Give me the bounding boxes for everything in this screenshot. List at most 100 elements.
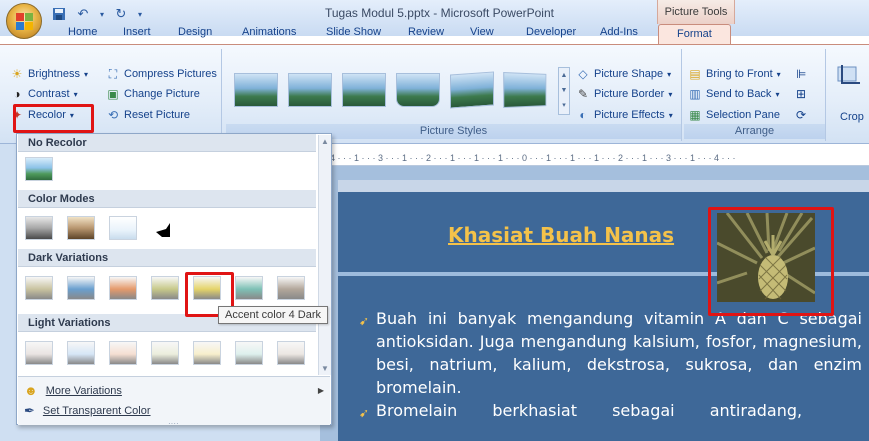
chevron-down-icon: ▾ [668, 89, 673, 99]
tab-add-ins[interactable]: Add-Ins [600, 26, 638, 38]
picture-shape-label: Picture Shape [594, 68, 664, 80]
undo-dropdown-icon[interactable]: ▾ [98, 5, 106, 23]
change-picture-icon: ▣ [107, 87, 119, 101]
picture-style-thumb[interactable] [234, 73, 278, 107]
pencil-icon: ✎ [577, 87, 589, 101]
tab-review[interactable]: Review [408, 26, 444, 38]
save-icon[interactable] [50, 5, 68, 23]
horizontal-ruler: 4 · · · 1 · · · 3 · · · 1 · · · 2 · · · … [330, 150, 869, 166]
quick-access-toolbar: ↶ ▾ ↻ ▾ [50, 4, 144, 24]
picture-effects-button[interactable]: ◐ Picture Effects ▾ [576, 108, 673, 122]
contrast-button[interactable]: ◑ Contrast ▾ [10, 87, 78, 101]
chevron-down-icon: ▾ [775, 89, 780, 99]
picture-style-thumb[interactable] [342, 73, 386, 107]
picture-border-button[interactable]: ✎ Picture Border ▾ [576, 87, 672, 101]
shape-icon: ◇ [578, 67, 588, 81]
resize-grip[interactable]: ···· [168, 419, 179, 428]
brightness-label: Brightness [28, 68, 80, 80]
light-variation-swatch[interactable] [109, 341, 137, 365]
arrange-group: ▤ Bring to Front ▾ ▥ Send to Back ▾ ▦ Se… [684, 49, 826, 141]
set-transparent-label: Set Transparent Color [42, 405, 151, 417]
styles-gallery-scroll[interactable]: ▲ ▼ ▾ [558, 67, 570, 115]
more-variations-item[interactable]: ☻ More Variations ▶ [24, 383, 324, 398]
picture-style-thumb[interactable] [288, 73, 332, 107]
chevron-right-icon: ▶ [317, 386, 324, 395]
chevron-down-icon: ▾ [668, 110, 673, 120]
dark-variation-swatch[interactable] [151, 276, 179, 300]
tab-format[interactable]: Format [658, 24, 731, 45]
bring-front-icon: ▤ [689, 67, 701, 81]
window-title: Tugas Modul 5.pptx - Microsoft PowerPoin… [325, 6, 554, 20]
chevron-down-icon: ▾ [73, 89, 78, 99]
send-back-icon: ▥ [689, 87, 701, 101]
no-recolor-swatch[interactable] [25, 157, 53, 181]
reset-picture-label: Reset Picture [124, 109, 191, 121]
picture-tools-context: Picture Tools [657, 0, 735, 24]
scroll-down-icon[interactable]: ▼ [321, 364, 329, 373]
change-picture-button[interactable]: ▣ Change Picture [106, 87, 200, 101]
undo-icon[interactable]: ↶ [74, 5, 92, 23]
size-group: Crop [830, 49, 869, 141]
selection-pane-icon: ▦ [689, 108, 701, 122]
black-white-swatch[interactable] [151, 216, 179, 240]
slide-body[interactable]: ➹ Buah ini banyak mengandung vitamin A d… [359, 307, 862, 422]
light-variation-swatch[interactable] [193, 341, 221, 365]
ribbon-tabs: Home Insert Design Animations Slide Show… [0, 24, 869, 45]
sepia-swatch[interactable] [67, 216, 95, 240]
light-variation-swatch[interactable] [67, 341, 95, 365]
dark-variation-swatch[interactable] [25, 276, 53, 300]
redo-icon[interactable]: ↻ [112, 5, 130, 23]
picture-style-thumb[interactable] [450, 71, 494, 109]
bring-to-front-button[interactable]: ▤ Bring to Front ▾ [688, 67, 781, 81]
light-variation-swatch[interactable] [151, 341, 179, 365]
change-picture-label: Change Picture [124, 88, 200, 100]
washout-swatch[interactable] [109, 216, 137, 240]
align-button[interactable]: ⊫ [796, 67, 806, 81]
dark-variation-swatch[interactable] [235, 276, 263, 300]
tab-design[interactable]: Design [178, 26, 212, 38]
group-button[interactable]: ⊞ [796, 87, 806, 101]
slide-title[interactable]: Khasiat Buah Nanas [448, 223, 674, 247]
chevron-down-icon: ▾ [83, 69, 88, 79]
picture-shape-button[interactable]: ◇ Picture Shape ▾ [576, 67, 671, 81]
reset-picture-button[interactable]: ⟲ Reset Picture [106, 108, 190, 122]
dark-variation-swatch[interactable] [109, 276, 137, 300]
picture-style-thumb[interactable] [396, 73, 440, 107]
tab-slide-show[interactable]: Slide Show [326, 26, 381, 38]
dark-variation-swatch[interactable] [277, 276, 305, 300]
compress-pictures-button[interactable]: ⛶ Compress Pictures [106, 67, 217, 81]
grayscale-swatch[interactable] [25, 216, 53, 240]
tab-animations[interactable]: Animations [242, 26, 296, 38]
office-button[interactable] [6, 3, 42, 39]
send-to-back-button[interactable]: ▥ Send to Back ▾ [688, 87, 779, 101]
chevron-down-icon: ▾ [776, 69, 781, 79]
arrange-group-label: Arrange [684, 124, 825, 139]
rotate-button[interactable]: ⟳ [796, 108, 806, 122]
bullet-icon: ➹ [359, 314, 370, 328]
slide-paragraph-2: Bromelain berkhasiat sebagai antiradang, [376, 401, 803, 420]
picture-tools-label: Picture Tools [664, 6, 728, 18]
brightness-button[interactable]: ☀ Brightness ▾ [10, 67, 88, 81]
scroll-up-icon[interactable]: ▲ [321, 137, 329, 146]
dropdown-scrollbar[interactable]: ▲ ▼ [318, 135, 331, 375]
customize-qat-icon[interactable]: ▾ [136, 5, 144, 23]
contrast-label: Contrast [28, 88, 70, 100]
dropdown-footer: ☻ More Variations ▶ ✒ Set Transparent Co… [18, 376, 330, 428]
light-variation-swatch[interactable] [25, 341, 53, 365]
picture-styles-group: ▲ ▼ ▾ ◇ Picture Shape ▾ ✎ Picture Border ▾… [226, 49, 682, 141]
light-variation-swatch[interactable] [277, 341, 305, 365]
tab-developer[interactable]: Developer [526, 26, 576, 38]
send-to-back-label: Send to Back [706, 88, 772, 100]
selection-pane-button[interactable]: ▦ Selection Pane [688, 108, 780, 122]
slide-top-band [338, 180, 869, 192]
tab-view[interactable]: View [470, 26, 494, 38]
picture-style-thumb[interactable] [503, 71, 547, 109]
chevron-down-icon: ▾ [667, 69, 672, 79]
dark-variation-swatch[interactable] [67, 276, 95, 300]
crop-button[interactable]: Crop [840, 111, 864, 123]
tab-insert[interactable]: Insert [123, 26, 151, 38]
set-transparent-color-item[interactable]: ✒ Set Transparent Color [24, 403, 151, 419]
light-variation-swatch[interactable] [235, 341, 263, 365]
tab-home[interactable]: Home [68, 26, 97, 38]
crop-icon [836, 65, 860, 87]
